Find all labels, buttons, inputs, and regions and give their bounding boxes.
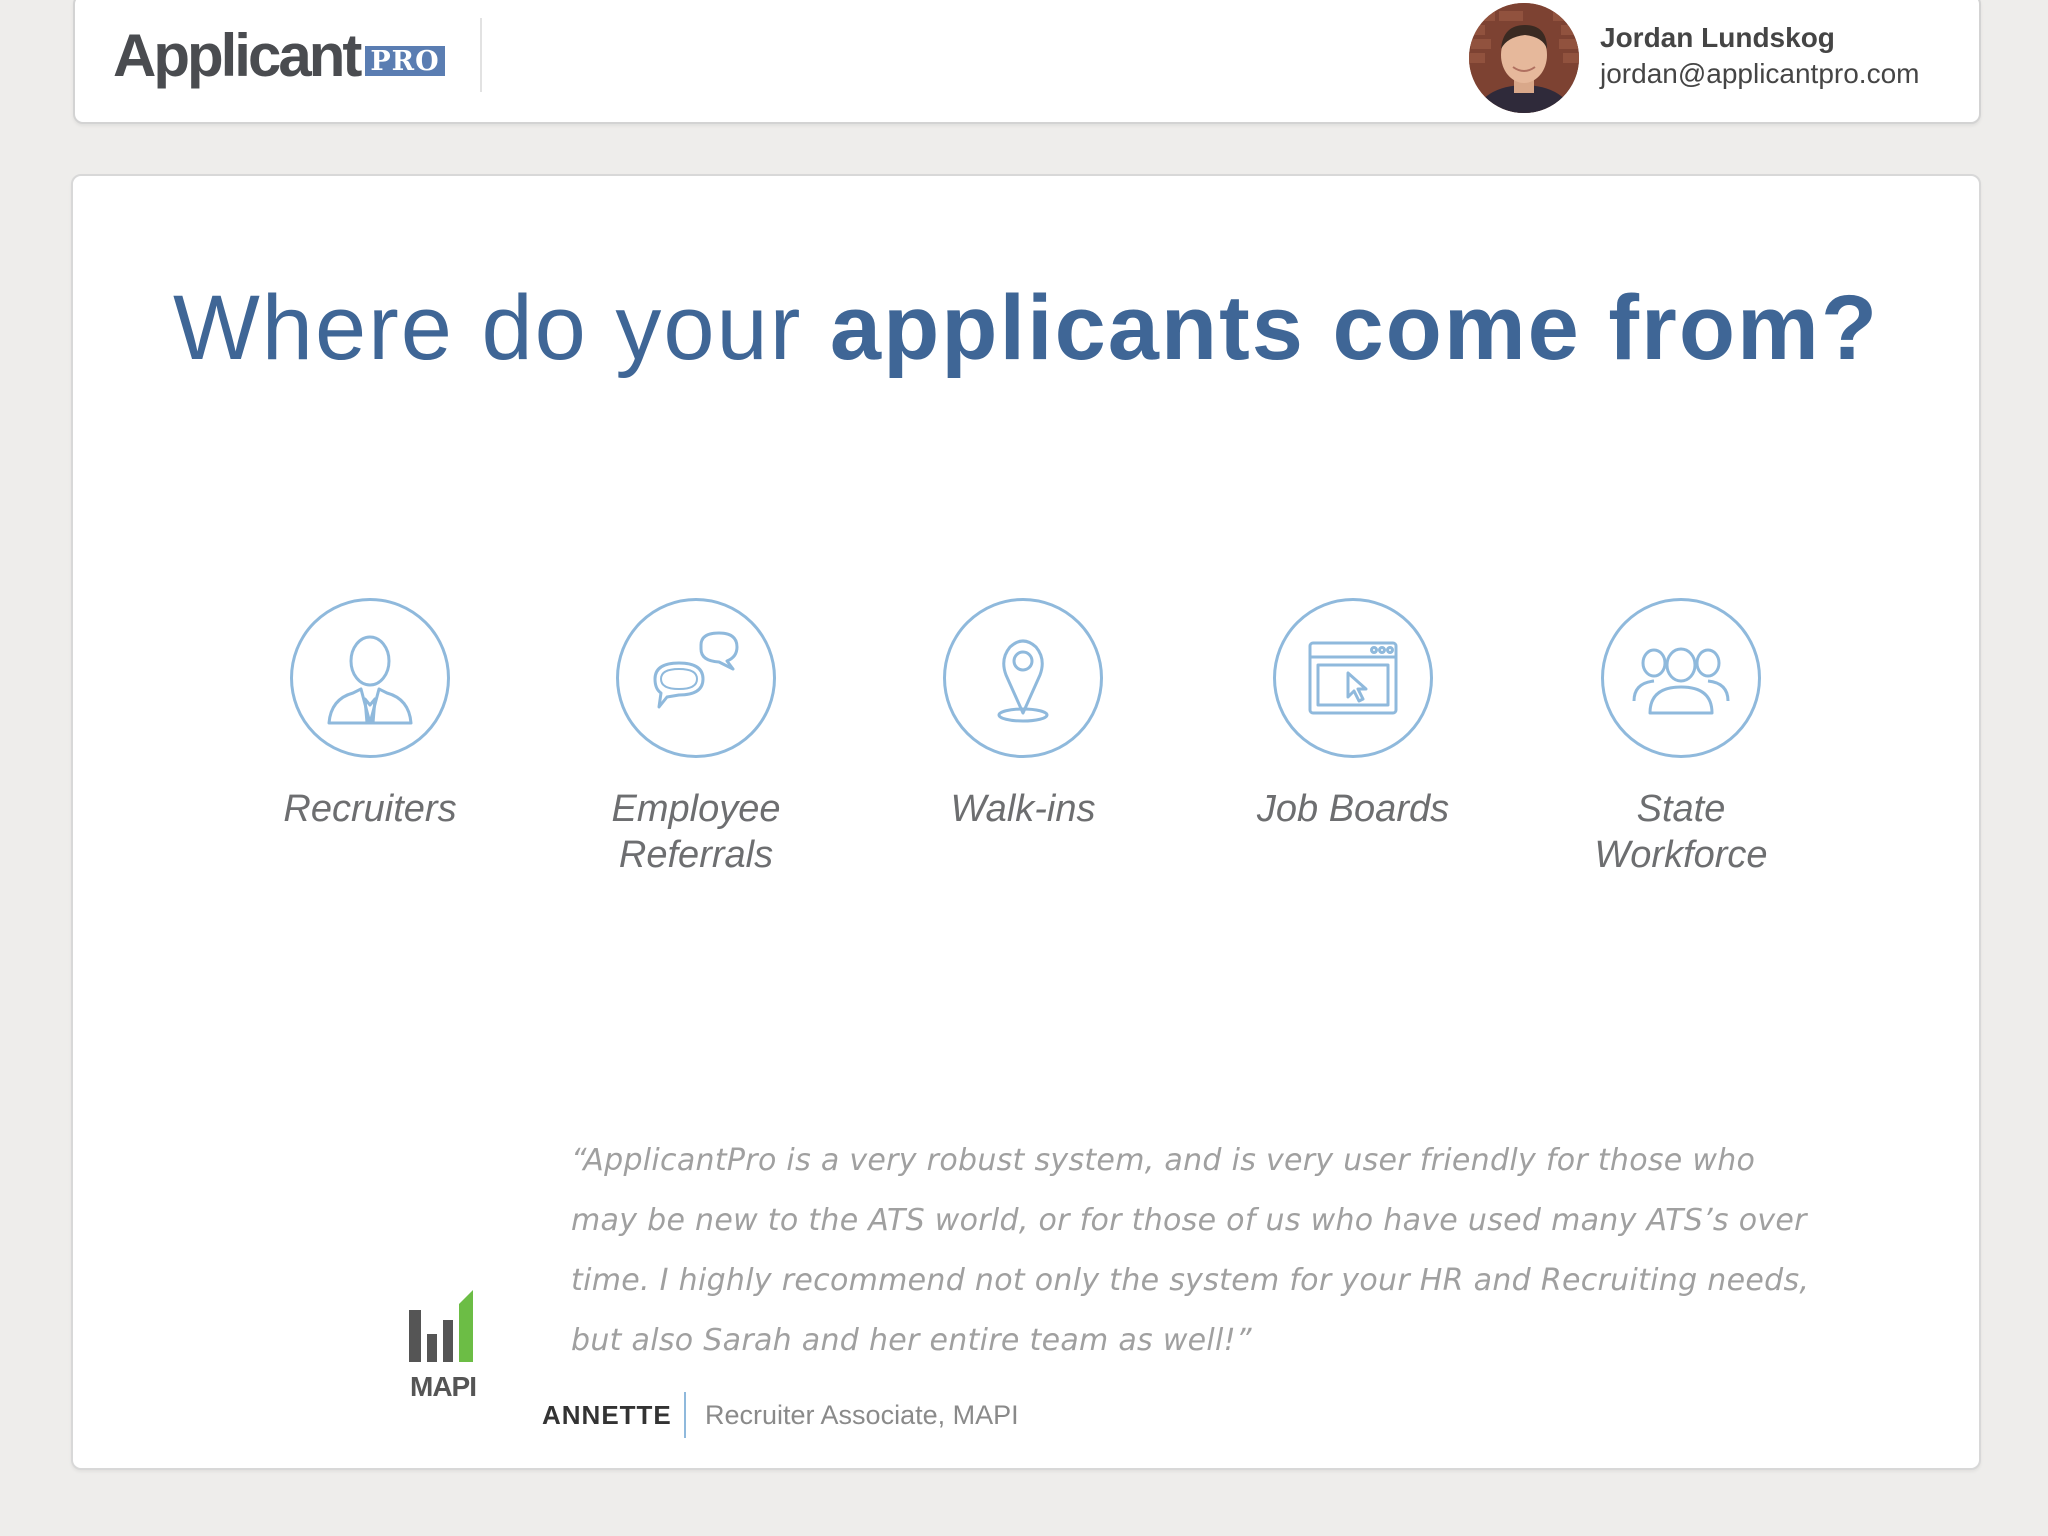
header-divider — [480, 18, 482, 92]
mapi-company-logo: MAPI — [388, 1284, 498, 1403]
mapi-bars-icon — [409, 1290, 473, 1362]
slide-card: Where do your applicants come from? Recr… — [71, 174, 1981, 1470]
logo-wordmark: Applicant — [113, 22, 362, 89]
testimonial-quote: “ApplicantPro is a very robust system, a… — [571, 1143, 1810, 1358]
headline-light-text: Where do your — [172, 277, 830, 379]
speech-bubbles-icon — [616, 598, 776, 758]
user-email: jordan@applicantpro.com — [1600, 58, 1920, 89]
logo-pro-badge: PRO — [365, 46, 445, 76]
testimonial-author: ANNETTE — [542, 1400, 672, 1430]
browser-cursor-icon — [1273, 598, 1433, 758]
source-label: Walk-ins — [950, 788, 1096, 830]
source-employee-referrals: Employee Referrals — [566, 598, 826, 878]
testimonial-author-role: Recruiter Associate, MAPI — [705, 1400, 1019, 1430]
user-name: Jordan Lundskog — [1600, 22, 1835, 53]
map-pin-icon — [943, 598, 1103, 758]
headline-bold-text: applicants come from? — [829, 277, 1880, 379]
slide-headline: Where do your applicants come from? — [73, 276, 1979, 381]
source-state-workforce: State Workforce — [1551, 598, 1811, 878]
mapi-logo-text: MAPI — [410, 1371, 477, 1402]
applicantpro-logo[interactable]: Applicant PRO — [113, 26, 445, 86]
source-label: Employee Referrals — [611, 788, 781, 876]
people-group-icon — [1601, 598, 1761, 758]
recruiter-person-icon — [290, 598, 450, 758]
source-walk-ins: Walk-ins — [893, 598, 1153, 832]
user-avatar[interactable] — [1469, 3, 1579, 113]
source-label: Recruiters — [283, 788, 457, 830]
attribution-divider — [684, 1392, 686, 1438]
source-label: State Workforce — [1594, 788, 1768, 876]
source-recruiters: Recruiters — [240, 598, 500, 832]
top-header: Applicant PRO Jordan Lundskog jordan@app… — [73, 0, 1981, 124]
source-job-boards: Job Boards — [1223, 598, 1483, 832]
source-label: Job Boards — [1256, 788, 1450, 830]
